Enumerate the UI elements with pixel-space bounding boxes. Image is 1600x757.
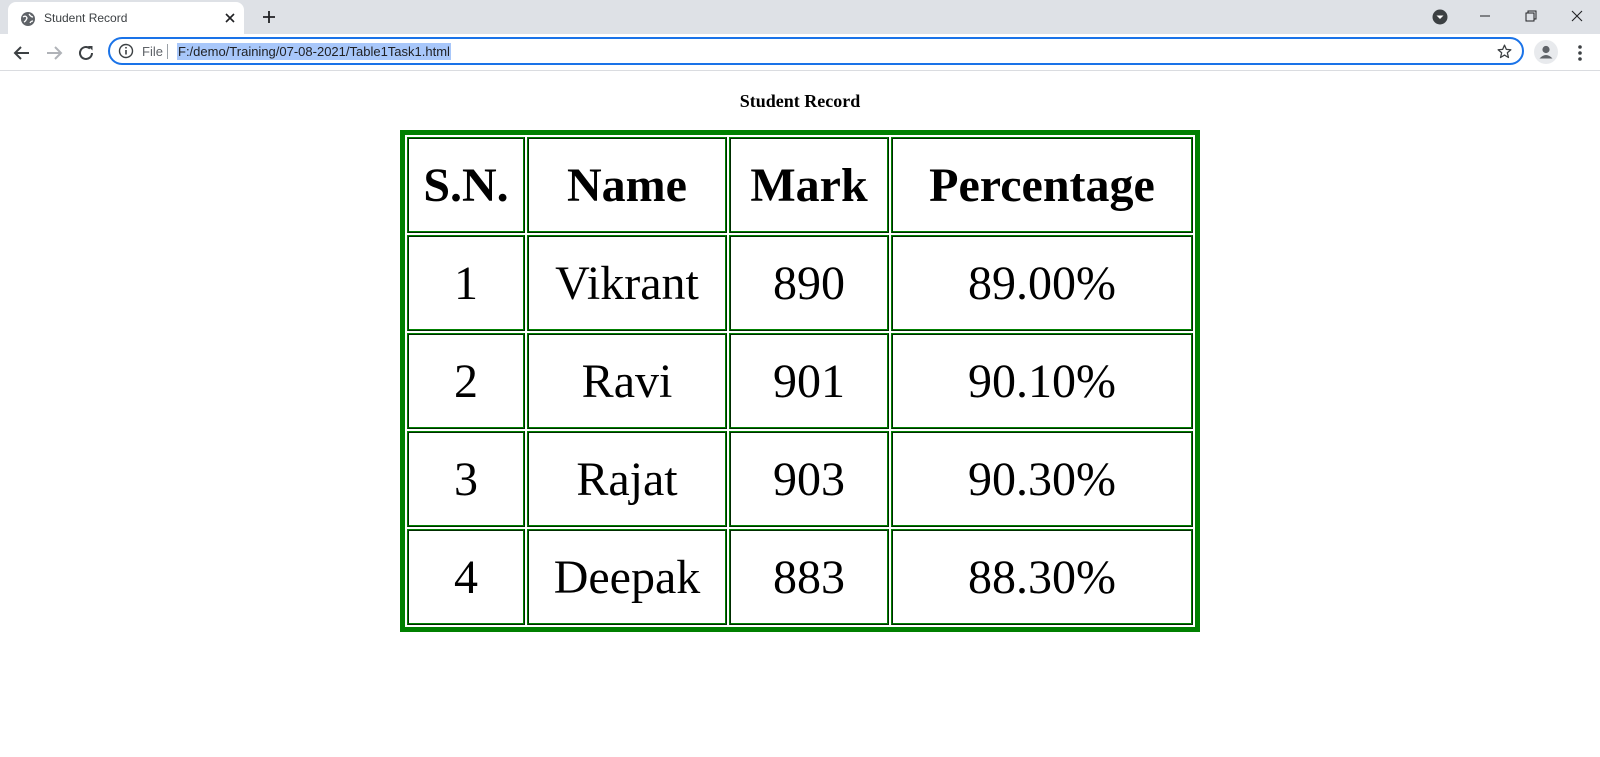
cell-sn: 4 (407, 529, 525, 625)
column-header-mark: Mark (729, 137, 889, 233)
plus-icon[interactable] (259, 7, 279, 27)
url-divider (167, 44, 168, 59)
cell-name: Deepak (527, 529, 727, 625)
url-scheme-label: File (142, 44, 163, 59)
page-content: Student Record S.N. Name Mark Percentage… (0, 72, 1600, 757)
student-record-table: S.N. Name Mark Percentage 1 Vikrant 890 … (400, 130, 1200, 632)
cell-name: Vikrant (527, 235, 727, 331)
table-row: 2 Ravi 901 90.10% (407, 333, 1193, 429)
star-icon[interactable] (1496, 43, 1513, 60)
browser-tab[interactable]: Student Record (8, 2, 244, 34)
column-header-sn: S.N. (407, 137, 525, 233)
close-icon[interactable] (222, 10, 238, 26)
back-arrow-icon[interactable] (10, 41, 34, 65)
dropdown-icon[interactable] (1432, 9, 1448, 25)
cell-mark: 903 (729, 431, 889, 527)
cell-sn: 2 (407, 333, 525, 429)
more-vert-icon[interactable] (1570, 41, 1590, 65)
cell-percentage: 88.30% (891, 529, 1193, 625)
cell-name: Ravi (527, 333, 727, 429)
profile-icon[interactable] (1534, 40, 1558, 64)
cell-mark: 883 (729, 529, 889, 625)
page-title: Student Record (739, 91, 861, 111)
cell-sn: 1 (407, 235, 525, 331)
cell-percentage: 90.10% (891, 333, 1193, 429)
cell-percentage: 90.30% (891, 431, 1193, 527)
cell-sn: 3 (407, 431, 525, 527)
table-row: 4 Deepak 883 88.30% (407, 529, 1193, 625)
tab-title: Student Record (44, 11, 128, 25)
cell-percentage: 89.00% (891, 235, 1193, 331)
tab-strip: Student Record (0, 0, 1600, 34)
window-close-icon[interactable] (1554, 0, 1600, 32)
cell-mark: 901 (729, 333, 889, 429)
cell-mark: 890 (729, 235, 889, 331)
globe-icon (20, 11, 36, 27)
restore-icon[interactable] (1508, 0, 1554, 32)
browser-toolbar: File F:/demo/Training/07-08-2021/Table1T… (0, 34, 1600, 71)
table-row: 3 Rajat 903 90.30% (407, 431, 1193, 527)
address-bar[interactable]: File F:/demo/Training/07-08-2021/Table1T… (108, 37, 1524, 65)
column-header-name: Name (527, 137, 727, 233)
url-text[interactable]: F:/demo/Training/07-08-2021/Table1Task1.… (177, 43, 451, 60)
column-header-percentage: Percentage (891, 137, 1193, 233)
reload-icon[interactable] (74, 41, 98, 65)
forward-arrow-icon[interactable] (42, 41, 66, 65)
info-icon[interactable] (118, 43, 134, 59)
table-header-row: S.N. Name Mark Percentage (407, 137, 1193, 233)
table-row: 1 Vikrant 890 89.00% (407, 235, 1193, 331)
cell-name: Rajat (527, 431, 727, 527)
minimize-icon[interactable] (1462, 0, 1508, 32)
